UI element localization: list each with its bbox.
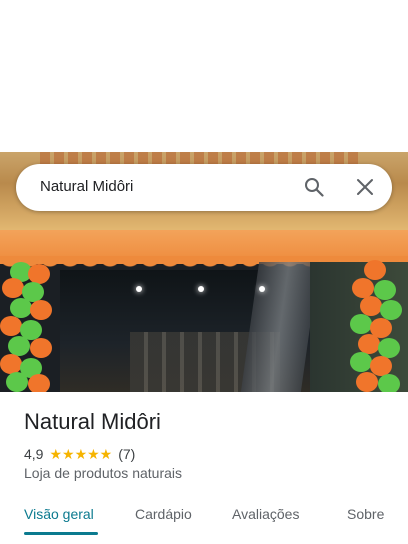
tab-overview[interactable]: Visão geral	[24, 506, 94, 522]
rating-row[interactable]: 4,9 ★★★★★ (7)	[24, 445, 135, 463]
active-tab-indicator	[24, 532, 98, 535]
tab-menu[interactable]: Cardápio	[135, 506, 192, 522]
map-area-blank	[0, 0, 408, 152]
rating-value: 4,9	[24, 446, 44, 462]
search-bar[interactable]: Natural Midôri	[16, 164, 392, 211]
tab-reviews[interactable]: Avaliações	[232, 506, 299, 522]
balloon-column-left	[0, 260, 54, 392]
ceiling-light	[136, 286, 142, 292]
place-tabs: Visão geral Cardápio Avaliações Sobre	[0, 496, 408, 544]
ceiling-light	[198, 286, 204, 292]
search-icon[interactable]	[304, 177, 324, 197]
balloon-column-right	[348, 260, 402, 392]
tab-about[interactable]: Sobre	[347, 506, 384, 522]
search-input[interactable]: Natural Midôri	[40, 178, 133, 195]
review-count[interactable]: (7)	[118, 446, 135, 462]
place-category: Loja de produtos naturais	[24, 465, 182, 481]
place-title: Natural Midôri	[24, 409, 161, 434]
star-rating-icon: ★★★★★	[49, 445, 113, 462]
close-icon[interactable]	[356, 178, 374, 196]
ceiling-light	[259, 286, 265, 292]
